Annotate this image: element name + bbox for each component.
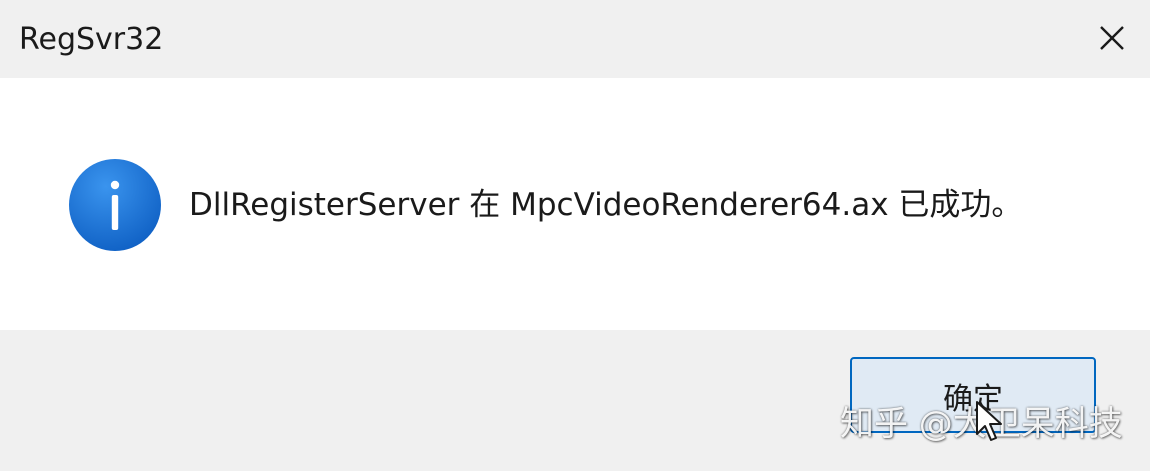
message-area: DllRegisterServer 在 MpcVideoRenderer64.a… [0,78,1150,330]
window-title: RegSvr32 [19,22,164,57]
close-icon [1100,26,1124,50]
close-button[interactable] [1086,14,1138,62]
title-bar[interactable]: RegSvr32 [0,0,1150,78]
regsvr32-dialog: RegSvr32 DllRegisterServer 在 MpcVideoRen… [0,0,1150,471]
mouse-cursor-icon [976,401,1002,441]
message-text: DllRegisterServer 在 MpcVideoRenderer64.a… [189,187,1023,223]
info-icon [69,159,161,251]
